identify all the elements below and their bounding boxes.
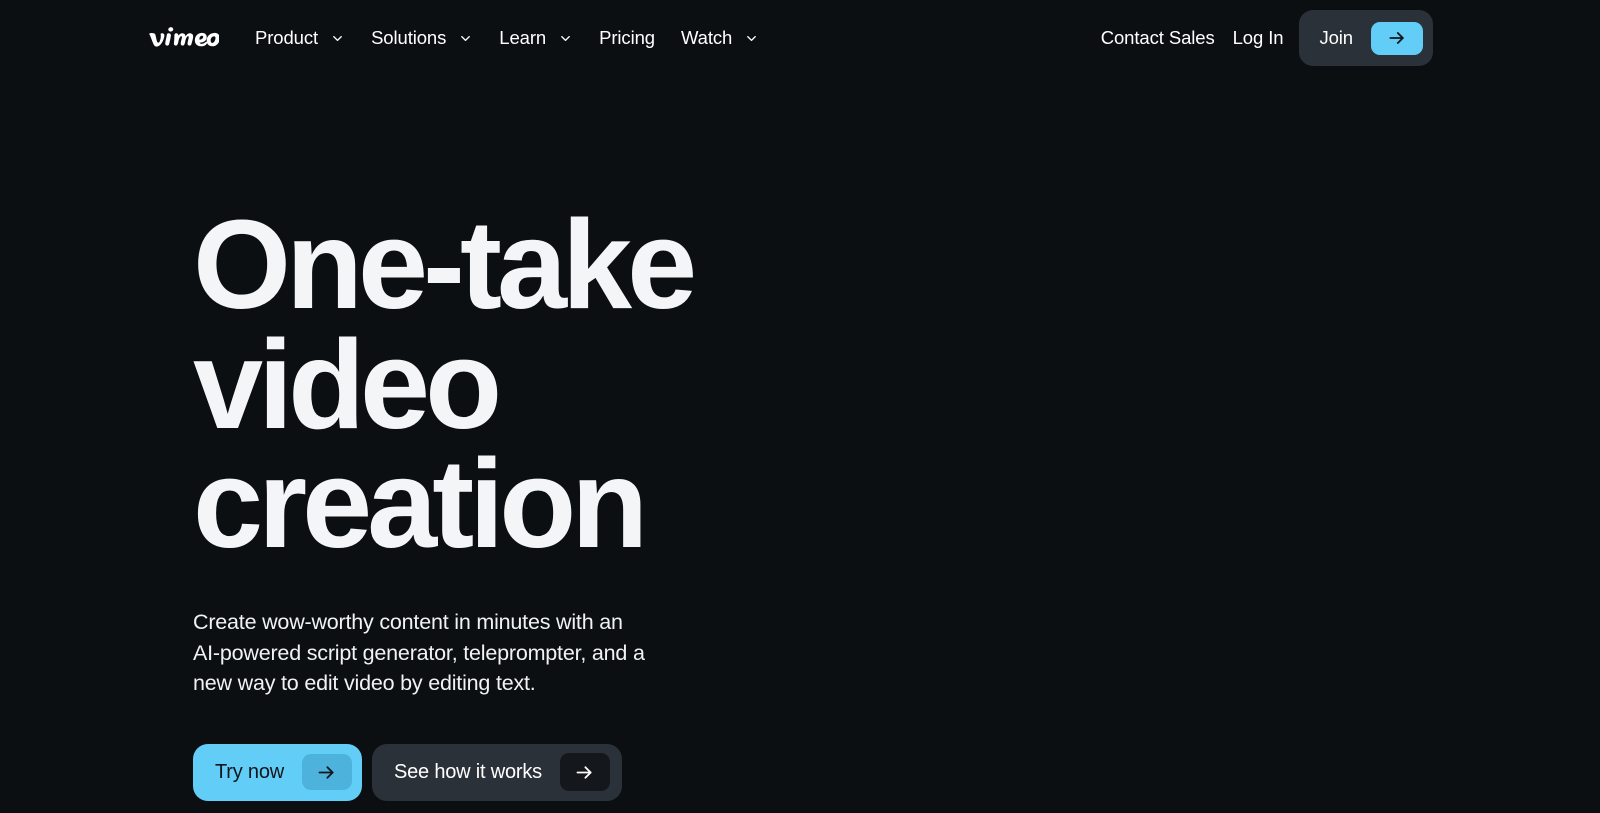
arrow-right-icon [577, 765, 593, 779]
chevron-down-icon [747, 35, 757, 41]
join-button-label: Join [1319, 27, 1353, 48]
header-right-group: Contact Sales Log In Join [1101, 0, 1433, 76]
vimeo-logo[interactable] [147, 25, 219, 51]
log-in-link[interactable]: Log In [1233, 27, 1284, 49]
header-left-group: Product Solutions Learn Pricing Watch [147, 25, 785, 51]
nav-item-label: Product [255, 27, 319, 48]
hero-section: One-take video creation Create wow-worth… [193, 194, 913, 801]
nav-item-learn[interactable]: Learn [499, 27, 573, 49]
nav-item-solutions[interactable]: Solutions [371, 27, 473, 49]
contact-sales-link[interactable]: Contact Sales [1101, 27, 1215, 49]
hero-cta-row: Try now See how it works [193, 743, 913, 801]
see-how-it-works-button[interactable]: See how it works [371, 743, 622, 801]
see-how-it-works-arrow-box [559, 753, 610, 792]
see-how-it-works-button-label: See how it works [393, 760, 542, 783]
chevron-down-icon [561, 35, 570, 41]
nav-item-label: Learn [499, 27, 547, 48]
main-nav: Product Solutions Learn Pricing Watch [255, 27, 785, 49]
nav-item-product[interactable]: Product [255, 27, 345, 49]
arrow-right-icon [1389, 32, 1404, 44]
try-now-button[interactable]: Try now [193, 743, 362, 801]
hero-subtitle: Create wow-worthy content in minutes wit… [193, 610, 645, 696]
try-now-arrow-box [301, 754, 352, 791]
nav-item-pricing[interactable]: Pricing [599, 27, 655, 49]
nav-item-label: Pricing [599, 27, 655, 48]
nav-item-watch[interactable]: Watch [681, 27, 759, 49]
chevron-down-icon [461, 35, 471, 41]
page-title: One-take video creation [193, 194, 697, 575]
nav-item-label: Solutions [371, 27, 447, 48]
join-arrow-button[interactable] [1371, 21, 1423, 55]
nav-item-label: Watch [680, 27, 733, 48]
chevron-down-icon [333, 35, 342, 41]
arrow-right-icon [319, 765, 335, 779]
site-header: Product Solutions Learn Pricing Watch Co… [0, 0, 1600, 76]
try-now-button-label: Try now [215, 760, 284, 783]
join-button[interactable]: Join [1299, 10, 1433, 66]
